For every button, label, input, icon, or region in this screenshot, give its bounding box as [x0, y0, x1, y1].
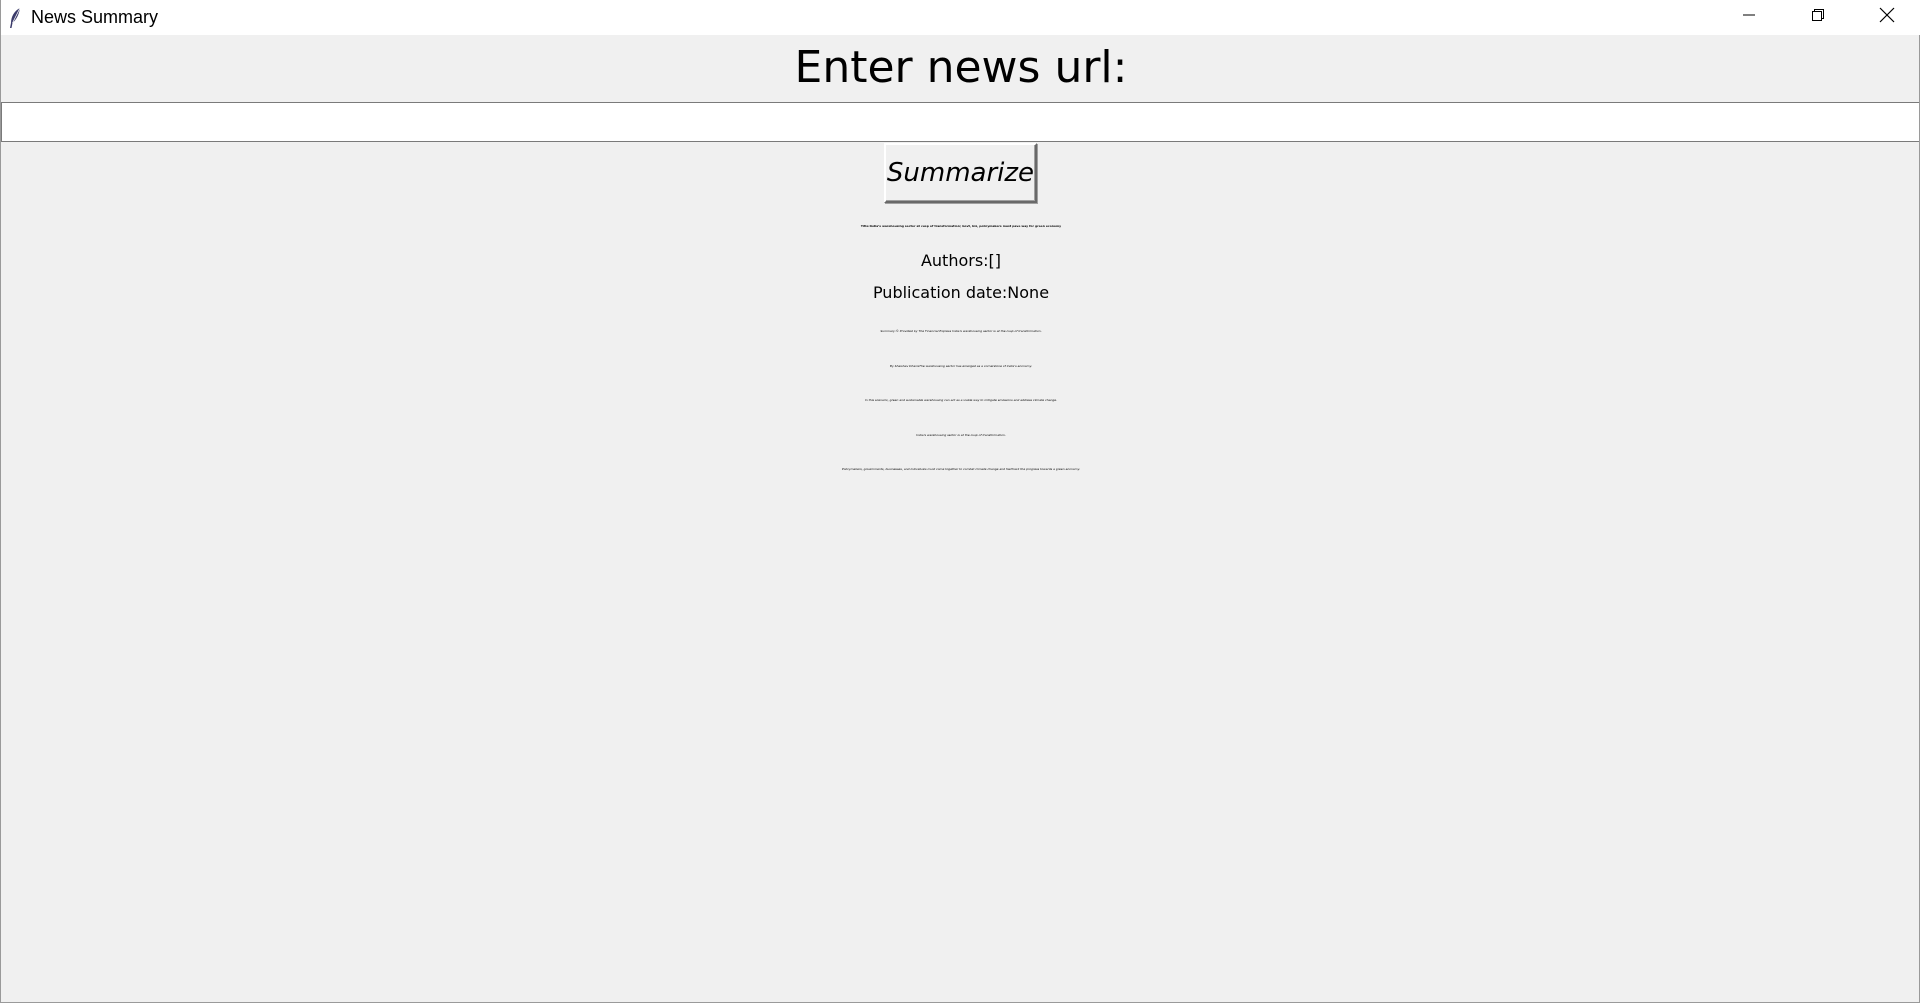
restore-button[interactable] [1783, 0, 1852, 35]
article-title: Title:India’s warehousing sector at cusp… [860, 224, 1062, 228]
summary-line: By Shaishav DhariaThe warehousing sector… [889, 363, 1033, 368]
summary-line: Policymakers, governments, businesses, a… [841, 467, 1081, 471]
app-window: News Summary Enter news url: Summarize T… [0, 0, 1920, 1003]
summary-line: India’s warehousing sector is at the cus… [916, 432, 1006, 437]
publication-date-label: Publication date:None [872, 283, 1050, 302]
url-input[interactable] [1, 102, 1919, 142]
summarize-button[interactable]: Summarize [884, 143, 1037, 203]
summary-line: Summary:© Provided by The Financial Expr… [880, 329, 1042, 333]
window-title: News Summary [31, 7, 159, 27]
close-button[interactable] [1852, 0, 1920, 35]
restore-icon [1811, 8, 1825, 27]
close-icon [1879, 7, 1895, 28]
authors-label: Authors:[] [920, 251, 1002, 270]
minimize-icon [1742, 8, 1756, 27]
minimize-button[interactable] [1714, 0, 1783, 35]
summary-text: Summary:© Provided by The Financial Expr… [1, 314, 1920, 487]
window-controls [1714, 0, 1920, 35]
title-bar[interactable]: News Summary [1, 0, 1920, 35]
url-prompt-heading: Enter news url: [794, 42, 1128, 93]
summary-line: In this scenario, green and sustainable … [864, 398, 1058, 402]
feather-icon [7, 6, 23, 30]
